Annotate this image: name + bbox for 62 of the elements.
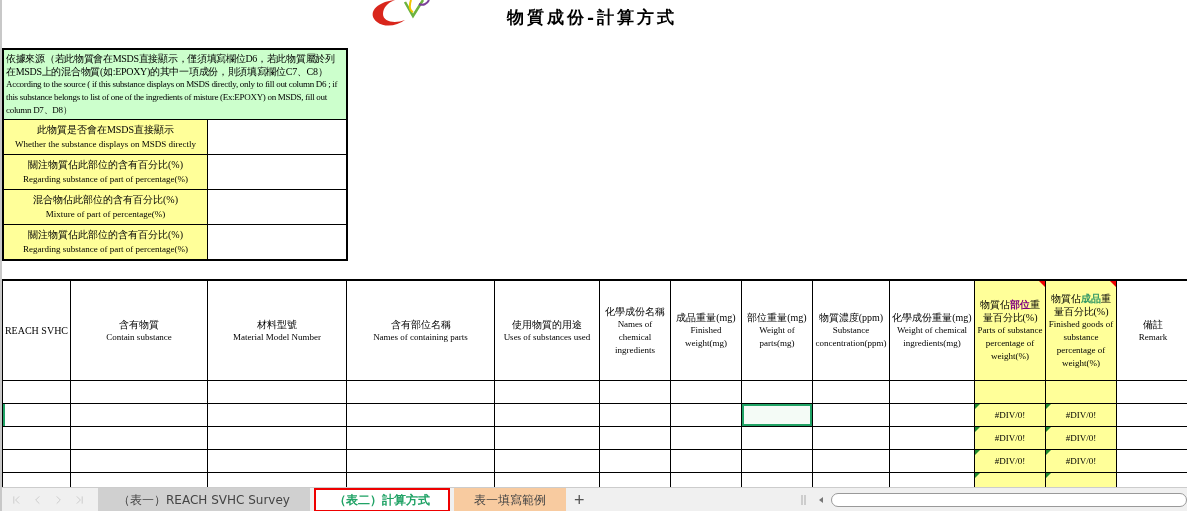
- add-sheet-button[interactable]: +: [565, 489, 593, 511]
- source-note: 依據來源（若此物質會在MSDS直接顯示，僅須填寫欄位D6，若此物質屬於列在MSDS上的混合物質(如:EPOXY)的其中一項成份，則須填寫欄位C7、C8） According to the source ( if this substance displays on MSDS directly, only to fill out column D6 ; if this substance belongs to list of one of the ingredients of misture (Ex:EPOXY) on MSDS, fill out column D7、D8）: [4, 50, 346, 120]
- table-cell[interactable]: [2, 380, 71, 404]
- table-cell[interactable]: [741, 426, 813, 450]
- question-cell: 此物質是否會在MSDS直接顯示 Whether the substance displays on MSDS directly: [4, 120, 208, 154]
- table-cell[interactable]: [741, 449, 813, 473]
- table-cell[interactable]: [670, 403, 742, 427]
- question-cell: 混合物佔此部位的含有百分比(%) Mixture of part of percentage(%): [4, 190, 208, 224]
- sheet-title: 物質成份-計算方式: [507, 6, 678, 29]
- table-cell[interactable]: [494, 449, 600, 473]
- table-cell[interactable]: [346, 449, 495, 473]
- table-cell[interactable]: [889, 380, 975, 404]
- column-header: 含有部位名稱 Names of containing parts: [346, 280, 495, 381]
- column-header: 物質濃度(ppm) Substance concentration(ppm): [812, 280, 890, 381]
- column-header: 含有物質 Contain substance: [70, 280, 208, 381]
- table-cell[interactable]: [2, 426, 71, 450]
- table-cell[interactable]: [494, 403, 600, 427]
- table-cell[interactable]: [670, 449, 742, 473]
- table-cell[interactable]: [812, 403, 890, 427]
- table-cell[interactable]: [599, 380, 671, 404]
- table-cell[interactable]: [812, 380, 890, 404]
- table-cell[interactable]: [207, 380, 347, 404]
- table-cell[interactable]: [670, 426, 742, 450]
- table-cell[interactable]: [346, 380, 495, 404]
- table-cell[interactable]: [741, 380, 813, 404]
- table-cell[interactable]: [207, 426, 347, 450]
- table-cell[interactable]: [346, 426, 495, 450]
- column-header: 物質佔部位重量百分比(%) Parts of substance percentage of weight(%): [974, 280, 1046, 381]
- table-cell[interactable]: [346, 403, 495, 427]
- column-header: REACH SVHC: [2, 280, 71, 381]
- table-cell[interactable]: [812, 449, 890, 473]
- column-header: 化學成份重量(mg) Weight of chemical ingredients(mg): [889, 280, 975, 381]
- table-cell[interactable]: [494, 426, 600, 450]
- column-header: 成品重量(mg) Finished weight(mg): [670, 280, 742, 381]
- column-header: 部位重量(mg) Weight of parts(mg): [741, 280, 813, 381]
- scroll-left-icon[interactable]: [817, 496, 825, 504]
- table-cell[interactable]: [70, 403, 208, 427]
- table-cell[interactable]: [889, 403, 975, 427]
- table-cell[interactable]: [494, 380, 600, 404]
- table-cell[interactable]: [2, 403, 71, 427]
- column-header: 物質佔成品重量百分比(%) Finished goods of substance percentage of weight(%): [1045, 280, 1117, 381]
- column-header: 使用物質的用途 Uses of substances used: [494, 280, 600, 381]
- sheet-tab[interactable]: （表一）REACH SVHC Survey: [98, 488, 310, 511]
- table-cell[interactable]: [670, 380, 742, 404]
- table-cell[interactable]: [599, 403, 671, 427]
- table-cell[interactable]: [599, 449, 671, 473]
- table-cell[interactable]: [889, 449, 975, 473]
- horizontal-scrollbar[interactable]: [817, 492, 1187, 508]
- table-cell[interactable]: [207, 449, 347, 473]
- question-cell: 關注物質佔此部位的含有百分比(%) Regarding substance of part of percentage(%): [4, 155, 208, 189]
- table-cell[interactable]: [599, 426, 671, 450]
- column-header: 材料型號 Material Model Number: [207, 280, 347, 381]
- table-cell[interactable]: [2, 449, 71, 473]
- table-cell[interactable]: [207, 403, 347, 427]
- sheet-tab[interactable]: 表一填寫範例: [453, 488, 566, 511]
- table-cell[interactable]: [812, 426, 890, 450]
- question-cell: 關注物質佔此部位的含有百分比(%) Regarding substance of part of percentage(%): [4, 225, 208, 259]
- column-header: 化學成份名稱 Names of chemical ingredients: [599, 280, 671, 381]
- table-cell[interactable]: [70, 380, 208, 404]
- table-cell[interactable]: [70, 426, 208, 450]
- table-cell[interactable]: [889, 426, 975, 450]
- table-cell[interactable]: [70, 449, 208, 473]
